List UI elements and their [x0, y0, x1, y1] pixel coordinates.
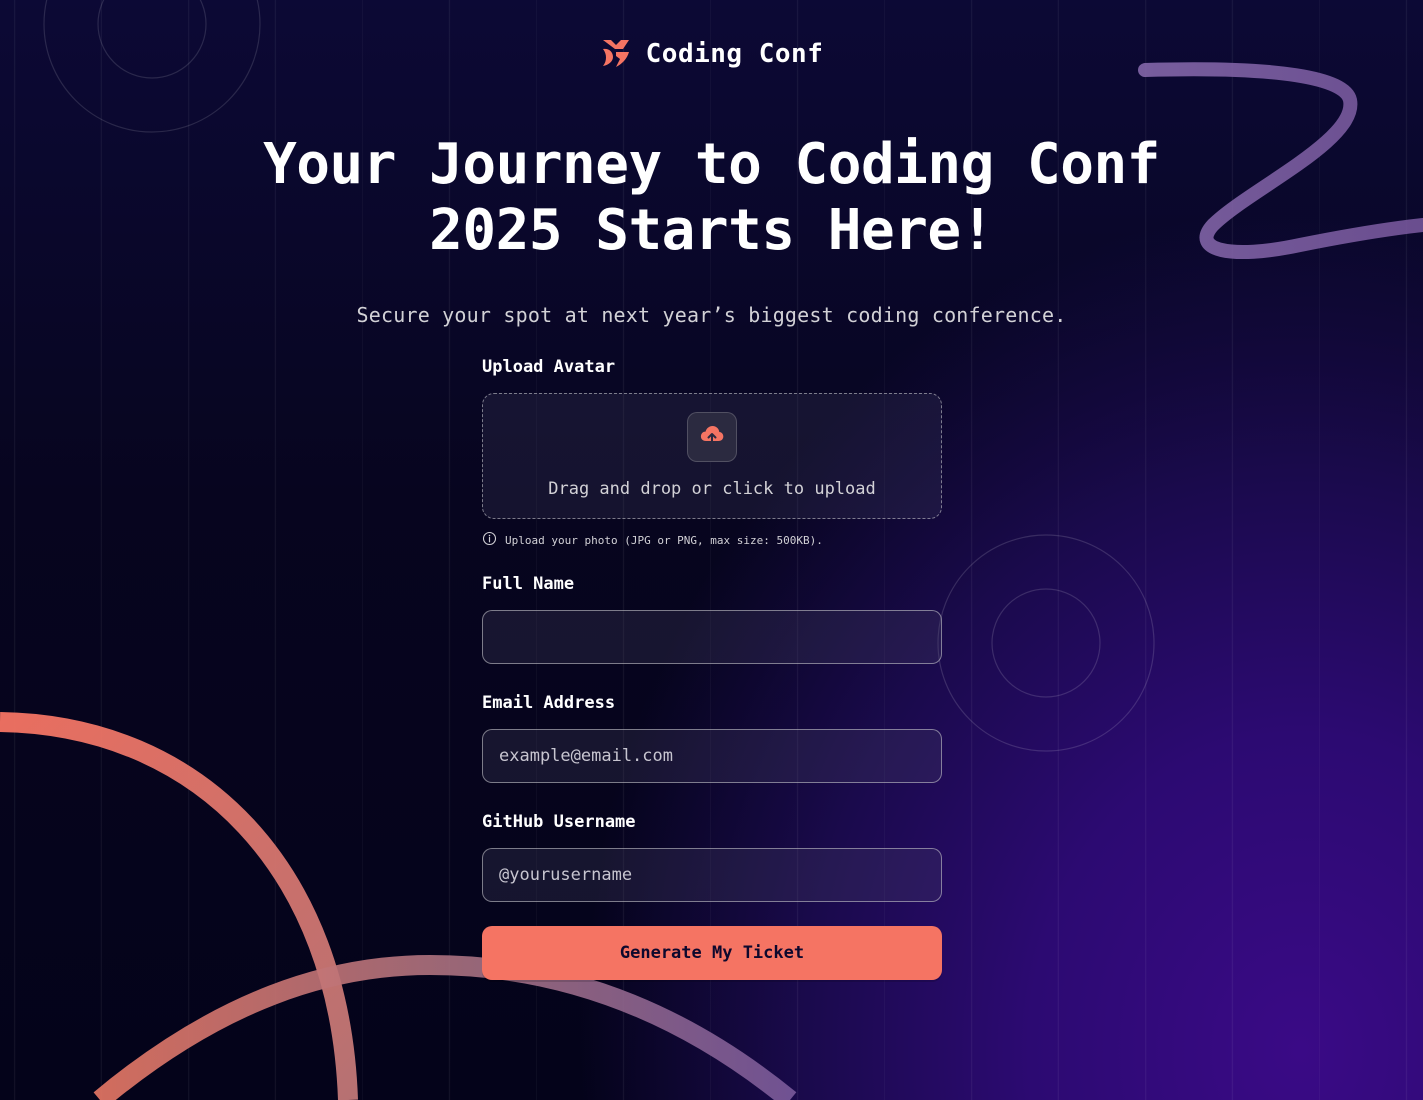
github-username-input[interactable] — [482, 848, 942, 902]
avatar-hint-text: Upload your photo (JPG or PNG, max size:… — [505, 533, 823, 547]
github-label: GitHub Username — [482, 812, 636, 832]
ticket-form: Upload Avatar Drag and drop or click to … — [482, 355, 942, 980]
generate-ticket-button[interactable]: Generate My Ticket — [482, 926, 942, 980]
full-name-input[interactable] — [482, 610, 942, 664]
headline-line-1: Your Journey to Coding Conf — [263, 132, 1160, 197]
site-logo[interactable]: Coding Conf — [0, 36, 1423, 72]
email-field: Email Address — [482, 691, 942, 783]
info-icon — [482, 531, 497, 549]
email-label: Email Address — [482, 693, 616, 713]
github-field: GitHub Username — [482, 810, 942, 902]
full-name-field: Full Name — [482, 572, 942, 664]
avatar-field: Upload Avatar Drag and drop or click to … — [482, 355, 942, 548]
brand-name: Coding Conf — [645, 39, 824, 69]
page-subheadline: Secure your spot at next year’s biggest … — [356, 303, 1067, 327]
page-headline: Your Journey to Coding Conf 2025 Starts … — [0, 132, 1423, 264]
avatar-upload-hint: Upload your photo (JPG or PNG, max size:… — [482, 531, 942, 549]
upload-cloud-icon — [699, 424, 725, 450]
main-content: Coding Conf Your Journey to Coding Conf … — [0, 0, 1423, 1100]
upload-instruction-text: Drag and drop or click to upload — [548, 479, 876, 499]
full-name-label: Full Name — [482, 574, 575, 594]
upload-icon-container — [687, 412, 737, 462]
email-input[interactable] — [482, 729, 942, 783]
coding-conf-logo-icon — [600, 36, 632, 72]
avatar-label: Upload Avatar — [482, 357, 616, 377]
headline-line-2: 2025 Starts Here! — [429, 198, 994, 263]
avatar-upload-dropzone[interactable]: Drag and drop or click to upload — [482, 393, 942, 519]
